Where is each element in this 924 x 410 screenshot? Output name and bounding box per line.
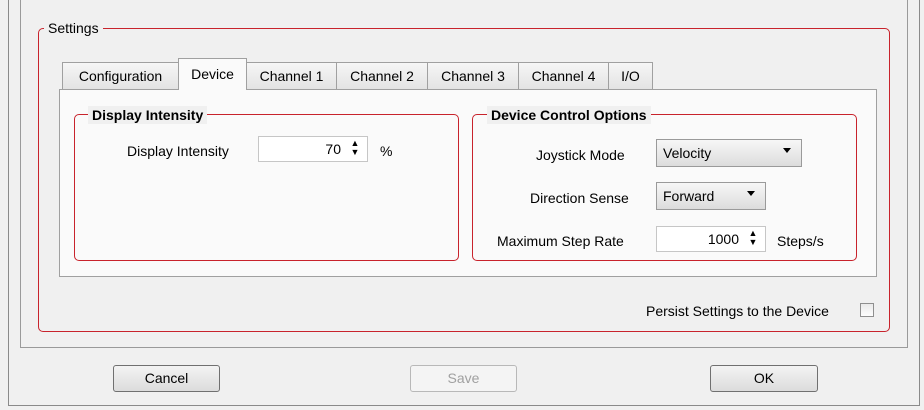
tab-device[interactable]: Device: [178, 58, 247, 90]
display-intensity-stepper[interactable]: 70 ▲ ▼: [258, 136, 368, 162]
tab-channel-3[interactable]: Channel 3: [427, 62, 519, 89]
maximum-step-rate-label: Maximum Step Rate: [497, 233, 624, 249]
tab-channel-3-label: Channel 3: [441, 68, 505, 84]
joystick-mode-label: Joystick Mode: [536, 147, 625, 163]
tab-configuration-label: Configuration: [78, 68, 163, 84]
direction-sense-value: Forward: [663, 188, 715, 204]
chevron-down-icon: [783, 148, 791, 153]
direction-sense-select[interactable]: Forward: [656, 182, 766, 210]
display-intensity-unit: %: [380, 143, 393, 159]
cancel-button[interactable]: Cancel: [113, 365, 220, 392]
display-intensity-value: 70: [325, 141, 341, 157]
maximum-step-rate-value: 1000: [707, 231, 739, 247]
save-button[interactable]: Save: [410, 365, 517, 392]
persist-settings-label: Persist Settings to the Device: [646, 303, 829, 319]
joystick-mode-select[interactable]: Velocity: [656, 139, 802, 167]
display-intensity-label: Display Intensity: [127, 143, 229, 159]
maximum-step-rate-unit: Steps/s: [777, 233, 824, 249]
tab-device-label: Device: [191, 66, 234, 82]
tab-channel-2[interactable]: Channel 2: [336, 62, 428, 89]
tab-channel-2-label: Channel 2: [350, 68, 414, 84]
chevron-down-icon: [747, 191, 755, 196]
settings-group-title: Settings: [44, 19, 103, 37]
direction-sense-label: Direction Sense: [530, 190, 629, 206]
up-down-chevron-icon[interactable]: ▲ ▼: [747, 229, 759, 249]
save-button-label: Save: [447, 370, 480, 386]
display-intensity-group-title: Display Intensity: [88, 106, 208, 124]
tab-channel-4-label: Channel 4: [531, 68, 596, 84]
ok-button[interactable]: OK: [710, 365, 818, 392]
tab-channel-1[interactable]: Channel 1: [246, 62, 337, 89]
tab-channel-4[interactable]: Channel 4: [518, 62, 609, 89]
maximum-step-rate-stepper[interactable]: 1000 ▲ ▼: [656, 226, 766, 252]
device-control-options-group-title: Device Control Options: [487, 106, 651, 124]
tab-configuration[interactable]: Configuration: [62, 62, 179, 89]
tab-io-label: I/O: [621, 68, 640, 84]
up-down-chevron-icon[interactable]: ▲ ▼: [349, 139, 361, 159]
joystick-mode-value: Velocity: [663, 145, 712, 161]
tab-channel-1-label: Channel 1: [259, 68, 324, 84]
persist-settings-checkbox[interactable]: [860, 303, 874, 317]
ok-button-label: OK: [753, 370, 775, 386]
tab-io[interactable]: I/O: [608, 62, 653, 89]
cancel-button-label: Cancel: [144, 370, 189, 386]
